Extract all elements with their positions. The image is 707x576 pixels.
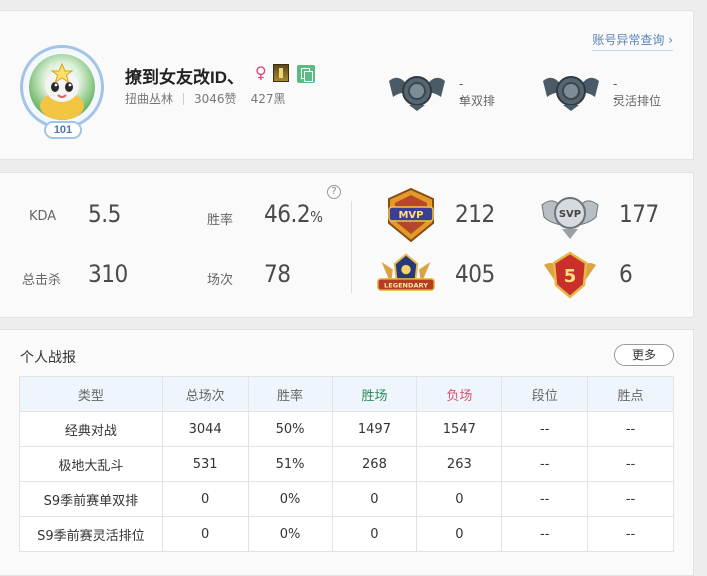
cell-total-games: 0	[161, 516, 249, 552]
table-row: S9季前赛单双排 0 0% 0 0 -- --	[19, 481, 674, 517]
legendary-count: 405	[455, 260, 495, 288]
winrate-label: 胜率	[207, 213, 234, 228]
legendary-medal-icon: LEGENDARY	[377, 253, 435, 291]
table-header-row: 类型 总场次 胜率 胜场 负场 段位 胜点	[19, 376, 674, 412]
flex-rank-label: 灵活排位	[613, 94, 662, 108]
account-abnormal-query-link[interactable]: 账号异常查询 ›	[592, 31, 673, 51]
unranked-emblem-icon	[543, 76, 599, 111]
svp-medal-text: SVP	[559, 209, 581, 220]
cell-tier: --	[501, 481, 589, 517]
column-tier: 段位	[501, 376, 589, 412]
table-row: 经典对战 3044 50% 1497 1547 -- --	[19, 411, 674, 447]
profile-card: 账号异常查询 › 101 撩到女友改ID、 ♀ 扭曲丛林 3046赞 427黑	[0, 10, 694, 160]
games-value: 78	[264, 260, 291, 288]
winrate-value: 46.2%	[264, 200, 323, 228]
female-gender-icon: ♀	[255, 63, 267, 82]
winrate-unit: %	[310, 208, 323, 226]
cell-tier: --	[501, 516, 589, 552]
level-badge: 101	[44, 121, 82, 139]
cell-losses: 263	[416, 446, 503, 482]
solo-rank-label: 单双排	[459, 94, 496, 108]
kda-value: 5.5	[88, 200, 121, 228]
cell-wins: 0	[331, 481, 418, 517]
likes-count: 3046赞	[194, 92, 237, 106]
total-kills-label: 总击杀	[22, 273, 62, 288]
cell-losses: 1547	[416, 411, 503, 447]
games-label: 场次	[207, 273, 234, 288]
svp-medal-icon: SVP	[541, 197, 599, 239]
avatar-portrait-icon	[40, 62, 84, 120]
mvp-count: 212	[455, 200, 495, 228]
cell-type: 经典对战	[19, 411, 163, 447]
cell-league-points: --	[587, 411, 674, 447]
total-kills-value: 310	[88, 260, 128, 288]
cell-wins: 1497	[331, 411, 418, 447]
cell-total-games: 0	[161, 481, 249, 517]
cell-winrate: 51%	[247, 446, 333, 482]
cell-winrate: 0%	[247, 516, 333, 552]
cell-wins: 0	[331, 516, 418, 552]
kda-label: KDA	[29, 209, 57, 224]
player-name: 撩到女友改ID、	[125, 68, 244, 87]
cell-tier: --	[501, 446, 589, 482]
mvp-medal-icon: MVP	[388, 187, 434, 243]
player-meta: 扭曲丛林 3046赞 427黑	[125, 90, 285, 107]
cell-league-points: --	[587, 516, 674, 552]
cell-total-games: 531	[161, 446, 249, 482]
help-icon[interactable]: ?	[327, 185, 341, 199]
cell-losses: 0	[416, 516, 503, 552]
cell-type: S9季前赛灵活排位	[19, 516, 163, 552]
table-row: 极地大乱斗 531 51% 268 263 -- --	[19, 446, 674, 482]
column-wins: 胜场	[331, 376, 418, 412]
dislikes-count: 427黑	[250, 92, 286, 106]
server-name: 扭曲丛林	[125, 92, 174, 106]
avatar-image	[29, 54, 95, 120]
meta-divider	[183, 92, 185, 105]
cell-losses: 0	[416, 481, 503, 517]
section-title: 个人战报	[20, 350, 76, 366]
penta-kill-medal-text: 5	[564, 266, 577, 287]
mvp-medal-text: MVP	[398, 210, 423, 221]
cell-type: 极地大乱斗	[19, 446, 163, 482]
winrate-number: 46.2	[264, 200, 311, 228]
cell-winrate: 0%	[247, 481, 333, 517]
penta-kill-medal-icon: 5	[544, 251, 596, 299]
column-total-games: 总场次	[161, 376, 249, 412]
unranked-emblem-icon	[389, 76, 445, 111]
cell-type: S9季前赛单双排	[19, 481, 163, 517]
table-row: S9季前赛灵活排位 0 0% 0 0 -- --	[19, 516, 674, 552]
cell-league-points: --	[587, 481, 674, 517]
personal-report-card: 个人战报 更多 类型 总场次 胜率 胜场 负场 段位 胜点 经典对战 3044 …	[0, 329, 694, 576]
copy-name-button[interactable]	[297, 65, 315, 83]
avatar[interactable]: 101	[20, 45, 104, 139]
cell-league-points: --	[587, 446, 674, 482]
cell-total-games: 3044	[161, 411, 249, 447]
column-losses: 负场	[416, 376, 503, 412]
cell-tier: --	[501, 411, 589, 447]
cell-wins: 268	[331, 446, 418, 482]
legendary-medal-text: LEGENDARY	[384, 281, 428, 289]
match-stats-table: 类型 总场次 胜率 胜场 负场 段位 胜点 经典对战 3044 50% 1497…	[19, 376, 674, 552]
stats-card: KDA 5.5 胜率 46.2% ? 总击杀 310 场次 78 MVP 212…	[0, 172, 694, 318]
rank-tier-icon	[273, 64, 289, 82]
svp-count: 177	[619, 200, 659, 228]
column-type: 类型	[19, 376, 163, 412]
cell-winrate: 50%	[247, 411, 333, 447]
penta-kill-count: 6	[619, 260, 633, 288]
column-winrate: 胜率	[247, 376, 333, 412]
stats-divider	[351, 201, 352, 293]
more-button[interactable]: 更多	[614, 344, 674, 366]
column-league-points: 胜点	[587, 376, 674, 412]
